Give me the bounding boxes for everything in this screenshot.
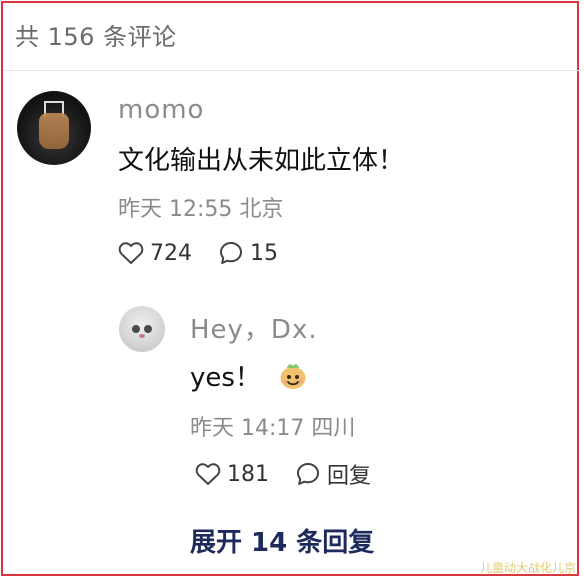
comment-bubble-icon	[218, 240, 244, 266]
reply-username[interactable]: Hey，Dx.	[190, 309, 318, 346]
watermark: 儿童动大战化儿京	[479, 561, 576, 575]
like-button[interactable]: 724	[118, 241, 192, 266]
like-count: 181	[227, 461, 269, 487]
reply-label: 回复	[327, 464, 372, 489]
comment-count-header: 共 156 条评论	[15, 23, 177, 51]
comment-username[interactable]: momo	[118, 95, 204, 125]
comment-content: 文化输出从未如此立体！	[118, 146, 405, 176]
comment-actions: 724 15	[118, 240, 278, 266]
happy-bird-emoji-icon	[277, 360, 309, 392]
like-count: 724	[150, 240, 192, 266]
reply-content: yes！	[190, 357, 309, 394]
comment-bubble-icon	[295, 461, 321, 487]
comment-meta: 昨天 12:55 北京	[118, 197, 284, 222]
avatar-hand-shape	[39, 113, 69, 149]
avatar-nose-shape	[139, 334, 145, 338]
like-button[interactable]: 181	[195, 462, 269, 487]
header-divider	[3, 70, 581, 71]
reply-meta: 昨天 14:17 四川	[190, 416, 356, 441]
avatar-eye-shape	[144, 325, 152, 333]
reply-count: 15	[250, 240, 278, 266]
reply-button[interactable]: 回复	[295, 458, 371, 490]
reply-button[interactable]: 15	[218, 240, 278, 266]
reply-actions: 181 回复	[195, 458, 371, 490]
expand-replies-button[interactable]: 展开 14 条回复	[190, 522, 374, 559]
reply-text: yes！	[190, 363, 261, 393]
avatar[interactable]	[17, 91, 91, 165]
avatar-eye-shape	[132, 325, 140, 333]
heart-icon	[118, 241, 144, 265]
avatar[interactable]	[119, 306, 165, 352]
heart-icon	[195, 462, 221, 486]
